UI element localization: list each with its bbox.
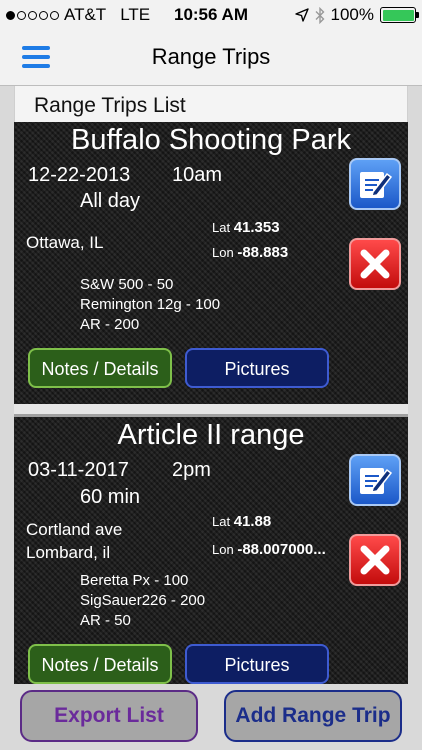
trip-card[interactable]: Article II range 03-11-2017 2pm 60 min L…	[14, 414, 408, 684]
latitude-label: Lat	[212, 514, 231, 529]
latitude-value: 41.88	[233, 513, 272, 530]
list-header-label: Range Trips List	[34, 94, 186, 117]
location-line: Cortland ave	[26, 520, 123, 539]
page-title: Range Trips	[151, 44, 271, 69]
ammo-list: Beretta Px - 100 SigSauer226 - 200 AR - …	[80, 571, 205, 631]
bluetooth-icon	[315, 6, 325, 24]
edit-icon	[360, 172, 393, 198]
trip-date: 12-22-2013	[28, 164, 131, 186]
latitude: Lat 41.353	[212, 219, 280, 236]
trip-time: 10am	[172, 164, 223, 186]
close-icon	[360, 249, 390, 279]
delete-button[interactable]	[349, 534, 401, 586]
latitude-label: Lat	[212, 220, 231, 235]
notes-details-button[interactable]: Notes / Details	[28, 348, 172, 388]
trip-location: Ottawa, IL	[26, 231, 103, 254]
edit-button[interactable]	[349, 158, 401, 210]
ammo-list: S&W 500 - 50 Remington 12g - 100 AR - 20…	[80, 275, 220, 335]
card-divider	[14, 404, 408, 414]
ammo-item: SigSauer226 - 200	[80, 592, 206, 609]
longitude-label: Lon	[212, 245, 234, 260]
ammo-item: AR - 200	[80, 316, 140, 333]
trip-duration: All day	[80, 190, 141, 212]
list-header: Range Trips List	[14, 86, 408, 122]
status-bar: AT&T LTE 10:56 AM 100%	[0, 0, 422, 30]
battery-fill	[382, 9, 414, 21]
bottom-toolbar: Export List Add Range Trip	[0, 684, 422, 750]
battery-tip	[416, 12, 419, 18]
edit-icon	[360, 468, 393, 494]
ammo-item: S&W 500 - 50	[80, 276, 174, 293]
pictures-button[interactable]: Pictures	[185, 348, 329, 388]
location-line: Ottawa, IL	[26, 233, 104, 252]
longitude: Lon -88.883	[212, 244, 288, 261]
delete-button[interactable]	[349, 238, 401, 290]
longitude: Lon -88.007000...	[212, 541, 326, 558]
pictures-button[interactable]: Pictures	[185, 644, 329, 684]
ammo-item: Beretta Px - 100	[80, 572, 189, 589]
location-line: Lombard, il	[26, 543, 111, 562]
trip-duration: 60 min	[80, 486, 141, 508]
trip-date: 03-11-2017	[28, 459, 129, 481]
longitude-value: -88.883	[237, 244, 289, 261]
trip-time: 2pm	[172, 459, 211, 481]
longitude-label: Lon	[212, 542, 234, 557]
trip-card[interactable]: Buffalo Shooting Park 12-22-2013 10am Al…	[14, 122, 408, 404]
ammo-item: AR - 50	[80, 612, 131, 629]
notes-details-button[interactable]: Notes / Details	[28, 644, 172, 684]
battery-percent: 100%	[330, 5, 374, 24]
status-right: 100%	[294, 5, 419, 25]
add-range-trip-button[interactable]: Add Range Trip	[224, 690, 402, 742]
battery-icon	[380, 7, 419, 23]
location-arrow-icon	[294, 8, 309, 22]
navigation-bar: Range Trips	[0, 30, 422, 86]
latitude: Lat 41.88	[212, 513, 271, 530]
trip-location: Cortland ave Lombard, il	[26, 518, 122, 564]
edit-button[interactable]	[349, 454, 401, 506]
ammo-item: Remington 12g - 100	[80, 296, 221, 313]
trip-name: Article II range	[117, 419, 305, 451]
trip-name: Buffalo Shooting Park	[71, 124, 351, 156]
longitude-value: -88.007000...	[237, 541, 326, 558]
latitude-value: 41.353	[233, 219, 280, 236]
close-icon	[360, 545, 390, 575]
export-list-button[interactable]: Export List	[20, 690, 198, 742]
